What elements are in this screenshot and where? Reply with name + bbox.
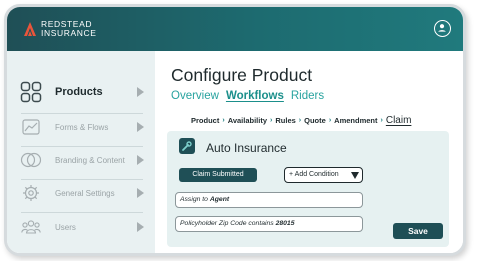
brand-mark-icon <box>24 22 36 36</box>
brand-logo[interactable]: REDSTEAD INSURANCE <box>23 20 96 38</box>
step-claim[interactable]: Claim <box>386 115 412 126</box>
chevron-right-icon <box>137 222 144 232</box>
line-chart-icon <box>20 116 42 138</box>
zip-condition-field[interactable]: Policyholder Zip Code contains 28015 <box>175 216 363 232</box>
step-separator: › <box>380 117 383 124</box>
caret-down-icon <box>351 172 359 179</box>
main-content: Configure Product Overview Workflows Rid… <box>155 51 463 253</box>
workflow-tabs: Overview Workflows Riders <box>171 90 324 102</box>
workflow-steps: Product › Availability › Rules › Quote ›… <box>191 115 411 126</box>
step-rules[interactable]: Rules <box>275 116 295 125</box>
top-bar: REDSTEAD INSURANCE <box>7 7 463 51</box>
chevron-right-icon <box>137 87 144 97</box>
step-amendment[interactable]: Amendment <box>334 116 377 125</box>
sidebar-item-label: Users <box>55 222 76 232</box>
workflow-card: Auto Insurance Claim Submitted + Add Con… <box>167 131 449 247</box>
sidebar-item-label: Products <box>55 86 103 98</box>
sidebar-item-general-settings[interactable]: General Settings <box>7 177 155 209</box>
add-condition-dropdown[interactable]: + Add Condition <box>284 167 363 183</box>
gear-icon <box>20 182 42 204</box>
sidebar-item-label: Branding & Content <box>55 155 125 165</box>
field-value: 28015 <box>275 220 295 227</box>
chevron-right-icon <box>137 188 144 198</box>
sidebar-item-forms-flows[interactable]: Forms & Flows <box>7 111 155 143</box>
sidebar-item-branding-content[interactable]: Branding & Content <box>7 144 155 176</box>
assign-to-field[interactable]: Assign to Agent <box>175 192 363 208</box>
field-prefix: Assign to <box>180 196 210 203</box>
sidebar-item-label: General Settings <box>55 188 115 198</box>
sidebar-item-users[interactable]: Users <box>7 211 155 243</box>
step-separator: › <box>222 117 225 124</box>
user-avatar-button[interactable] <box>434 20 451 37</box>
brand-name: REDSTEAD INSURANCE <box>41 20 96 38</box>
card-title: Auto Insurance <box>206 141 287 155</box>
tab-workflows[interactable]: Workflows <box>226 90 284 102</box>
step-separator: › <box>328 117 332 124</box>
step-separator: › <box>298 117 302 124</box>
sidebar-item-label: Forms & Flows <box>55 122 109 132</box>
tab-overview[interactable]: Overview <box>171 90 219 102</box>
sidebar: Products Forms & Flows Branding & Conten… <box>7 51 155 253</box>
page-title: Configure Product <box>171 65 313 85</box>
overlap-circles-icon <box>20 149 42 171</box>
sidebar-item-products[interactable]: Products <box>7 76 155 108</box>
field-value: Agent <box>209 196 230 203</box>
app-window: REDSTEAD INSURANCE Products Forms & Flow… <box>4 4 466 256</box>
trigger-badge[interactable]: Claim Submitted <box>179 168 257 182</box>
step-availability[interactable]: Availability <box>228 116 267 125</box>
grid-icon <box>20 81 42 103</box>
wrench-icon <box>179 138 195 154</box>
tab-riders[interactable]: Riders <box>291 90 324 102</box>
add-condition-label: + Add Condition <box>289 171 339 178</box>
step-product[interactable]: Product <box>191 116 219 125</box>
user-circle-icon <box>438 24 446 32</box>
users-icon <box>20 216 42 238</box>
save-button[interactable]: Save <box>393 223 443 239</box>
step-quote[interactable]: Quote <box>304 116 326 125</box>
brand-name-line2: INSURANCE <box>41 28 97 38</box>
field-prefix: Policyholder Zip Code contains <box>180 220 276 227</box>
step-separator: › <box>270 117 273 124</box>
chevron-right-icon <box>137 155 144 165</box>
chevron-right-icon <box>137 122 144 132</box>
